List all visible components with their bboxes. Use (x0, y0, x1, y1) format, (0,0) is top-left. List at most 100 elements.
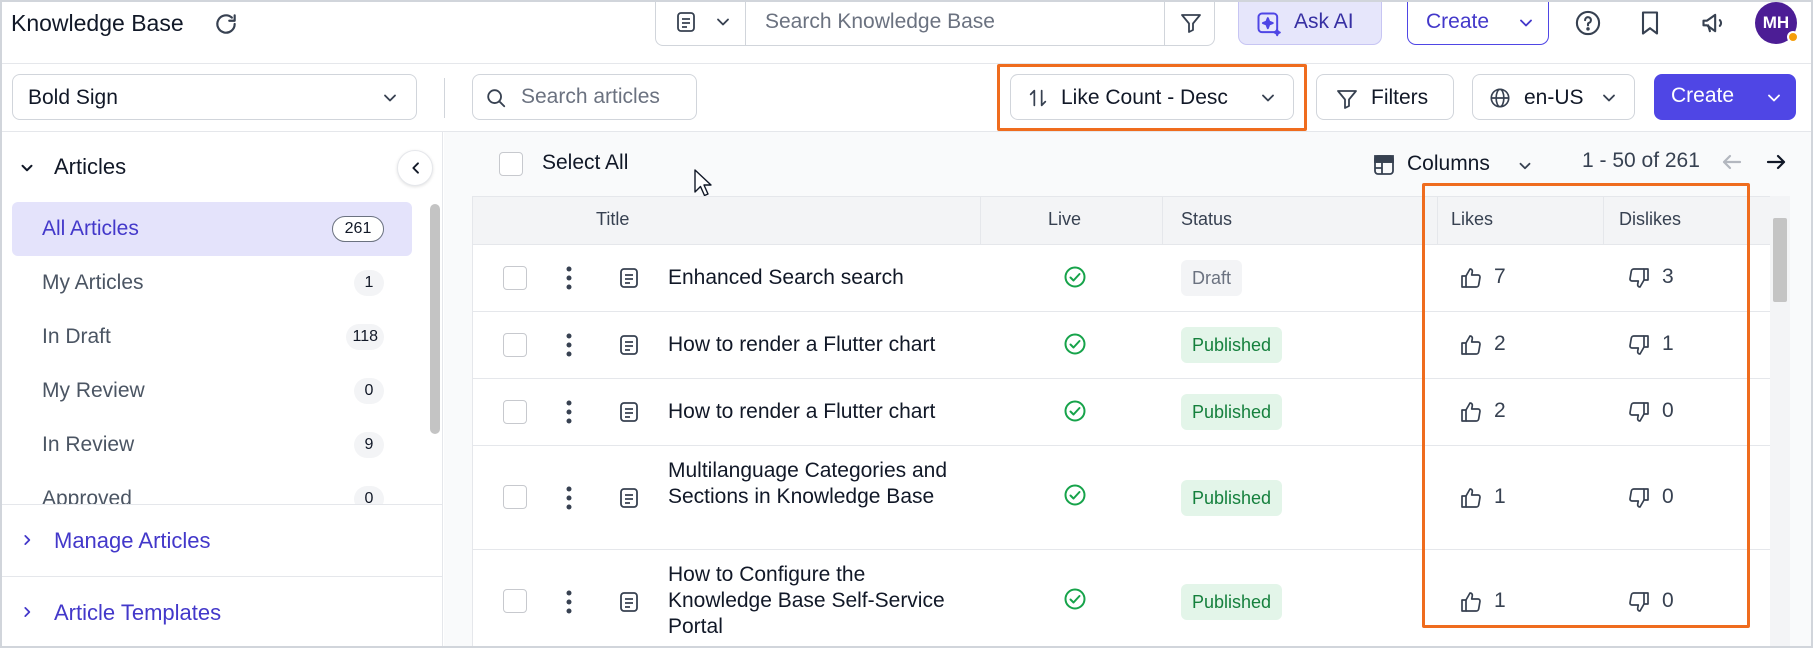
thumbs-up-icon (1461, 488, 1481, 508)
global-search (655, 0, 1215, 46)
article-icon (620, 335, 638, 355)
table-row[interactable]: How to render a Flutter chart Published … (473, 312, 1784, 379)
column-header-live[interactable]: Live (1048, 209, 1081, 230)
article-title[interactable]: How to render a Flutter chart (668, 332, 948, 358)
row-checkbox[interactable] (503, 485, 527, 509)
filters-button[interactable]: Filters (1316, 74, 1454, 120)
sidebar-item-all-articles[interactable]: All Articles 261 (12, 202, 412, 256)
live-check-icon (1064, 400, 1086, 422)
create-article-button[interactable]: Create (1654, 74, 1796, 120)
chevron-right-icon (24, 607, 31, 617)
more-options-icon[interactable] (566, 589, 572, 615)
dislikes-count: 0 (1662, 399, 1674, 422)
row-checkbox[interactable] (503, 400, 527, 424)
column-header-dislikes[interactable]: Dislikes (1619, 209, 1681, 230)
app-title: Knowledge Base (11, 10, 184, 36)
chevron-down-icon (717, 18, 729, 26)
dislikes-count: 1 (1662, 332, 1674, 355)
likes-count: 2 (1494, 399, 1506, 422)
count-badge: 0 (354, 486, 384, 504)
announcement-icon[interactable] (1700, 9, 1728, 37)
manage-articles-label: Manage Articles (54, 528, 211, 553)
articles-section-header[interactable]: Articles (0, 132, 443, 202)
column-header-status[interactable]: Status (1181, 209, 1232, 230)
articles-toolbar: Bold Sign Like Count - Desc Filters en-U… (0, 64, 1813, 132)
sidebar-item-label: Approved (42, 487, 132, 504)
status-badge: Published (1181, 480, 1283, 516)
sidebar-item-label: My Review (42, 379, 145, 402)
global-search-input[interactable] (747, 0, 1147, 44)
likes-count: 1 (1494, 589, 1506, 612)
help-icon[interactable] (1574, 9, 1602, 37)
chevron-down-icon (1262, 94, 1274, 102)
sidebar-item-my-articles[interactable]: My Articles 1 (12, 256, 412, 310)
create-dropdown-button[interactable]: Create (1407, 0, 1549, 45)
count-badge: 9 (354, 432, 384, 458)
more-options-icon[interactable] (566, 332, 572, 358)
sidebar-item-label: In Draft (42, 325, 111, 348)
row-checkbox[interactable] (503, 333, 527, 357)
sidebar-item-label: My Articles (42, 271, 144, 294)
more-options-icon[interactable] (566, 485, 572, 511)
status-badge: Published (1181, 327, 1283, 363)
article-templates-section[interactable]: Article Templates (0, 576, 443, 648)
knowledge-base-select[interactable]: Bold Sign (12, 74, 417, 120)
count-badge: 0 (354, 378, 384, 404)
more-options-icon[interactable] (566, 399, 572, 425)
search-filter-button[interactable] (1164, 0, 1216, 45)
columns-button[interactable]: Columns (1372, 150, 1542, 180)
sidebar-item-my-review[interactable]: My Review 0 (12, 364, 412, 418)
sort-dropdown[interactable]: Like Count - Desc (1010, 74, 1294, 120)
ask-ai-button[interactable]: Ask AI (1238, 0, 1382, 45)
sidebar-item-in-draft[interactable]: In Draft 118 (12, 310, 412, 364)
manage-articles-section[interactable]: Manage Articles (0, 504, 443, 576)
next-page-icon[interactable] (1764, 150, 1788, 174)
column-divider (1603, 197, 1604, 245)
more-options-icon[interactable] (566, 265, 572, 291)
chevron-down-icon (1603, 94, 1615, 102)
thumbs-up-icon (1461, 402, 1481, 422)
previous-page-icon[interactable] (1720, 150, 1744, 174)
filters-label: Filters (1371, 86, 1429, 109)
column-divider (980, 197, 981, 245)
thumbs-down-icon (1629, 268, 1649, 288)
create-label: Create (1426, 10, 1490, 33)
article-title[interactable]: Enhanced Search search (668, 265, 948, 291)
thumbs-down-icon (1629, 488, 1649, 508)
column-divider (1162, 197, 1163, 245)
thumbs-down-icon (1629, 592, 1649, 612)
sidebar-scrollbar[interactable] (430, 204, 440, 434)
status-badge: Draft (1181, 260, 1243, 296)
article-icon (620, 488, 638, 508)
article-title[interactable]: How to render a Flutter chart (668, 399, 948, 425)
table-row[interactable]: How to render a Flutter chart Published … (473, 379, 1784, 446)
column-header-likes[interactable]: Likes (1451, 209, 1493, 230)
dislikes-count: 0 (1662, 485, 1674, 508)
article-search-input[interactable] (521, 75, 691, 119)
select-all-checkbox[interactable] (499, 152, 523, 176)
likes-count: 2 (1494, 332, 1506, 355)
bookmark-icon[interactable] (1636, 9, 1664, 37)
article-title[interactable]: Multilanguage Categories and Sections in… (668, 458, 948, 510)
table-scrollbar-thumb[interactable] (1773, 218, 1787, 302)
article-list-panel: Select All Columns 1 - 50 of 261 Title L… (444, 132, 1813, 648)
sidebar-item-approved[interactable]: Approved 0 (12, 472, 412, 504)
language-dropdown[interactable]: en-US (1472, 74, 1635, 120)
thumbs-up-icon (1461, 268, 1481, 288)
avatar-initials: MH (1762, 13, 1790, 32)
refresh-icon[interactable] (213, 11, 239, 37)
user-avatar[interactable]: MH (1755, 2, 1799, 44)
search-type-dropdown[interactable] (656, 0, 746, 45)
sidebar-item-in-review[interactable]: In Review 9 (12, 418, 412, 472)
likes-count: 1 (1494, 485, 1506, 508)
chevron-down-icon (21, 164, 33, 172)
table-row[interactable]: Multilanguage Categories and Sections in… (473, 446, 1784, 550)
table-row[interactable]: How to Configure the Knowledge Base Self… (473, 550, 1784, 648)
row-checkbox[interactable] (503, 266, 527, 290)
sort-icon (1029, 89, 1047, 107)
article-title[interactable]: How to Configure the Knowledge Base Self… (668, 562, 948, 640)
row-checkbox[interactable] (503, 589, 527, 613)
table-row[interactable]: Enhanced Search search Draft 7 3 (473, 245, 1784, 312)
collapse-sidebar-button[interactable] (397, 150, 433, 186)
column-header-title[interactable]: Title (596, 209, 629, 230)
